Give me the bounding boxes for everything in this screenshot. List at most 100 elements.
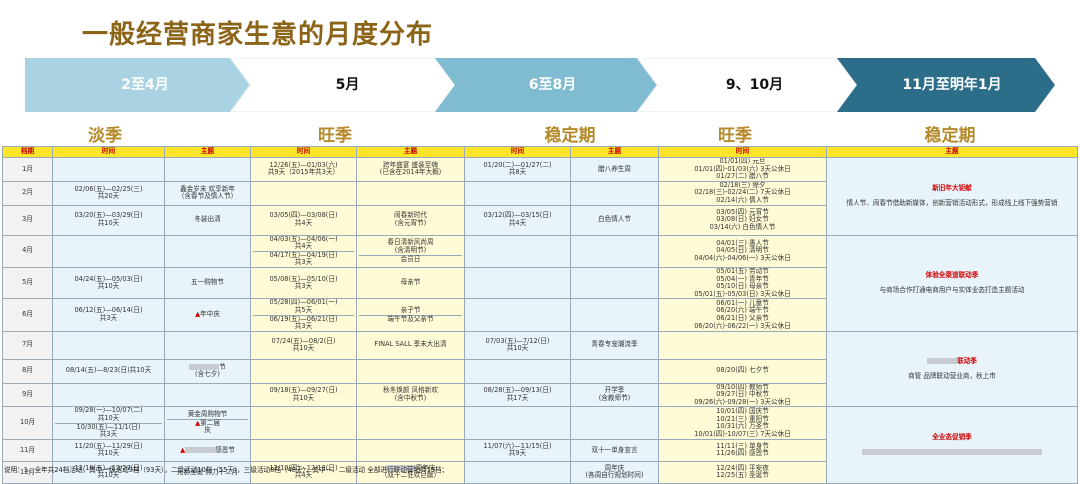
right-panel-heading: 新旧年大钜献 [932, 183, 972, 192]
table-row: 1月 12/26(五)—01/03(六) 共9天（2015年共3天） 跨年盛宴 … [2, 157, 1078, 236]
header-cell: 时间 [250, 146, 357, 158]
table-cell: 02/06(五)—02/25(三) 共20天 [52, 180, 165, 206]
table-cell [464, 406, 571, 440]
cell-line: 会员日 [359, 254, 462, 264]
table-cell: FINAL SALL 季末大出清 [356, 330, 465, 360]
table-cell: 10/01(四) 国庆节 10/21(三) 重阳节 10/31(六) 万圣节 1… [658, 406, 827, 440]
season-label-5: 稳定期 [924, 126, 976, 146]
table-cell: 鑫金岁末 欢享新年 （含春节及情人节） [164, 180, 251, 206]
table-cell: 青春专宠潮流季 [570, 330, 659, 360]
right-panel-desc: 商管 品牌联动营业商，秋上市 [908, 371, 996, 380]
cell-line: 黄金周购物节 [187, 410, 228, 419]
month-cell: 10月 [2, 406, 53, 440]
schedule-table: 档期 时间 主题 时间 主题 时间 主题 时间 主题 1月 12/26(五)—0… [2, 146, 1078, 484]
month-cell: 5月 [2, 266, 53, 300]
table-cell: 09/28(一)—10/07(二) 共10天 10/30(五)—11/1(日) 共… [52, 406, 165, 440]
table-cell: 冬装出清 [164, 204, 251, 236]
header-cell: 档期 [2, 146, 53, 158]
phase-label-4: 9、10月 [725, 77, 784, 93]
footnote: 说明：1、全年共24档活动，其中一级活动9档（93天），二级活动10档（55天）… [4, 466, 449, 474]
phase-label-2: 5月 [335, 77, 360, 93]
table-cell: 11/07(六)—11/15(日) 共9天 [464, 438, 571, 462]
table-cell: 08/28(五)—09/13(日) 共17天 [464, 382, 571, 408]
table-cell: 母亲节 [356, 266, 465, 300]
phase-label-5: 11月至明年1月 [902, 77, 1002, 93]
page-title: 一般经营商家生意的月度分布 [82, 20, 434, 50]
table-cell: 01/20(二)—01/27(二) 共8天 [464, 157, 571, 182]
cell-line: 端午节及父亲节 [359, 314, 462, 324]
right-panel-desc: 与商场合作打通电商用户与实体业态打造主题活动 [879, 285, 1025, 294]
table-cell [52, 234, 165, 268]
table-cell: 09/18(五)—09/27(日) 共10天 [250, 382, 357, 408]
table-cell: 08/20(四) 七夕节 [658, 358, 827, 384]
cell-line: ▲第二届 庆 [167, 418, 248, 435]
table-row: 4月 04/03(五)—04/06(一) 共4天 04/17(五)—04/19(日… [2, 234, 1078, 332]
month-cell: 2月 [2, 180, 53, 206]
table-cell [52, 382, 165, 408]
season-label-3: 稳定期 [544, 126, 596, 146]
month-cell: 8月 [2, 358, 53, 384]
table-cell [250, 438, 357, 462]
table-cell: 05/01(五) 劳动节 05/04(一) 青年节 05/10(日) 母亲节 0… [658, 266, 827, 300]
table-cell: 亲子节 端午节及父亲节 [356, 298, 465, 332]
table-cell [570, 180, 659, 206]
cell-line: 06/19(五)—06/21(日) 共3天 [253, 314, 354, 331]
table-cell: 11/20(五)—11/29(日) 共10天 [52, 438, 165, 462]
cell-line: 亲子节 [400, 305, 421, 314]
blurred-text [927, 357, 958, 364]
header-cell: 主题 [164, 146, 251, 158]
phase-label-1: 2至4月 [121, 77, 169, 93]
table-cell: 白色情人节 [570, 204, 659, 236]
table-cell [464, 358, 571, 384]
cell-line: 09/28(一)—10/07(二) 共10天 [74, 406, 143, 423]
cell-line: 春日清新风尚周 (含清明节) [387, 238, 434, 254]
table-cell: 11/11(三) 单身节 11/26(四) 感恩节 [658, 438, 827, 462]
right-panel-cell-1: 新旧年大钜献 情人节、闹春节借助新媒体，创新营销活动形式，形成线上线下强势营销 [826, 157, 1078, 236]
table-cell [658, 330, 827, 360]
table-cell: 04/03(五)—04/06(一) 共4天 04/17(五)—04/19(日) 共… [250, 234, 357, 268]
cell-text: 联动季 [957, 356, 977, 365]
table-cell: 秋冬焕颜 风格新欢 (含中秋节) [356, 382, 465, 408]
month-cell: 7月 [2, 330, 53, 360]
table-header-row: 档期 时间 主题 时间 主题 时间 主题 时间 主题 [2, 146, 1078, 158]
header-cell: 时间 [658, 146, 827, 158]
table-cell: ▲年中庆 [164, 298, 251, 332]
table-cell: 09/10(四) 教师节 09/27(日) 中秋节 09/26(六)-09/28… [658, 382, 827, 408]
table-cell: 03/05(四)—03/08(日) 共4天 [250, 204, 357, 236]
table-cell: 周年庆 (各周自行规划时间) [570, 460, 659, 484]
header-cell: 主题 [570, 146, 659, 158]
table-cell: 12/26(五)—01/03(六) 共9天（2015年共3天） [250, 157, 357, 182]
cell-line: 04/17(五)—04/19(日) 共3天 [253, 250, 354, 267]
season-label-1: 淡季 [88, 126, 122, 146]
table-cell [356, 406, 465, 440]
table-cell [570, 358, 659, 384]
phase-bar: 2至4月 5月 6至8月 9、10月 11月至明年1月 [25, 58, 1055, 112]
cell-text: 感恩节 [215, 445, 235, 454]
table-row: 10月 09/28(一)—10/07(二) 共10天 10/30(五)—11/1(… [2, 406, 1078, 484]
table-row: 7月 07/24(五)—08/2(日) 共10天 FINAL SALL 季末大出… [2, 330, 1078, 408]
table-cell: 03/20(五)—03/29(日) 共10天 [52, 204, 165, 236]
table-cell [570, 406, 659, 440]
month-cell: 9月 [2, 382, 53, 408]
cell-text: 年中庆 [200, 310, 220, 319]
table-cell [356, 438, 465, 462]
month-cell: 6月 [2, 298, 53, 332]
table-cell [250, 406, 357, 440]
table-cell: 黄金周购物节 ▲第二届 庆 [164, 406, 251, 440]
table-cell: 12/24(四) 平安夜 12/25(五) 圣诞节 [658, 460, 827, 484]
table-cell: 02/18(三) 除夕 02/18(三)-02/24(二) 7天公休日 02/1… [658, 180, 827, 206]
cell-text: 第二届 庆 [200, 418, 220, 435]
phase-label-3: 6至8月 [528, 77, 577, 93]
table-cell: 双十一单身宣言 [570, 438, 659, 462]
table-cell: 05/08(五)—05/10(日) 共3天 [250, 266, 357, 300]
table-cell: 闹春新时代 (含元宵节) [356, 204, 465, 236]
right-panel-desc [829, 448, 1075, 457]
table-cell: 开学季 (含教师节) [570, 382, 659, 408]
month-cell: 11月 [2, 438, 53, 462]
blurred-text [185, 446, 216, 453]
table-cell: 春日清新风尚周 (含清明节) 会员日 [356, 234, 465, 268]
cell-line: 04/03(五)—04/06(一) 共4天 [269, 235, 338, 251]
right-panel-cell-3: 联动季 商管 品牌联动营业商，秋上市 [826, 330, 1078, 408]
table-cell: 腊八养生周 [570, 157, 659, 182]
table-cell: 03/05(四) 元宵节 03/08(日) 妇女节 03/14(六) 白色情人节 [658, 204, 827, 236]
